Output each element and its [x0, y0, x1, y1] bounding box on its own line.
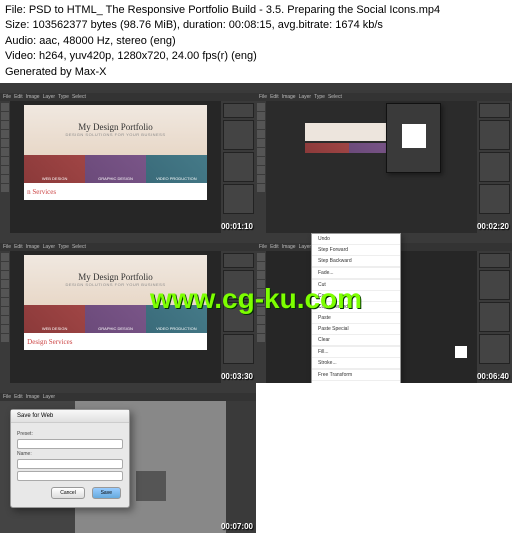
timestamp: 00:06:40	[477, 372, 509, 381]
canvas[interactable]	[266, 101, 477, 233]
thumbnail-4: FileEditImageLayerTypeSelect Undo Step F…	[256, 233, 512, 383]
menubar: FileEditImageLayer	[0, 393, 256, 401]
tool-palette[interactable]	[256, 251, 266, 383]
tile-video: VIDEO PRODUCTION	[146, 155, 207, 183]
thumbnail-3: FileEditImageLayerTypeSelect My Design P…	[0, 233, 256, 383]
preview-pane: Save for Web Preset: Name: Cancel Save	[0, 401, 75, 533]
tile-web: WEB DESIGN	[24, 155, 85, 183]
document: My Design Portfolio DESIGN SOLUTIONS FOR…	[24, 255, 207, 350]
document: My Design Portfolio DESIGN SOLUTIONS FOR…	[24, 105, 207, 200]
thumbnail-1: FileEditImageLayerTypeSelect My Design P…	[0, 83, 256, 233]
settings-panel[interactable]	[226, 401, 256, 533]
format-input[interactable]	[17, 471, 123, 481]
menu-item[interactable]: Transform	[312, 381, 400, 383]
file-line: File: PSD to HTML_ The Responsive Portfo…	[5, 3, 507, 18]
preview-swatch	[136, 471, 166, 501]
services-title: n Services	[27, 188, 56, 196]
panels[interactable]	[477, 101, 512, 233]
menu-item[interactable]: Copy Merged	[312, 302, 400, 313]
menu-item[interactable]: Free Transform	[312, 370, 400, 381]
size-line: Size: 103562377 bytes (98.76 MiB), durat…	[5, 18, 507, 33]
panels[interactable]	[221, 101, 256, 233]
tool-palette[interactable]	[256, 101, 266, 233]
context-menu[interactable]: Undo Step Forward Step Backward Fade... …	[311, 233, 401, 383]
tool-palette[interactable]	[0, 101, 10, 233]
canvas[interactable]: My Design Portfolio DESIGN SOLUTIONS FOR…	[10, 101, 221, 233]
name-input[interactable]	[17, 459, 123, 469]
panels[interactable]	[221, 251, 256, 383]
file-info-header: File: PSD to HTML_ The Responsive Portfo…	[0, 0, 512, 83]
menu-item[interactable]: Fade...	[312, 268, 400, 279]
tile-graphic: GRAPHIC DESIGN	[85, 305, 146, 333]
tile-graphic: GRAPHIC DESIGN	[85, 155, 146, 183]
floating-panel[interactable]	[386, 103, 441, 173]
menu-item[interactable]: Step Forward	[312, 245, 400, 256]
menu-item[interactable]: Clear	[312, 335, 400, 346]
menu-item[interactable]: Copy	[312, 291, 400, 302]
menubar: FileEditImageLayerTypeSelect	[0, 243, 256, 251]
tile-web: WEB DESIGN	[24, 305, 85, 333]
video-line: Video: h264, yuv420p, 1280x720, 24.00 fp…	[5, 49, 507, 64]
timestamp: 00:03:30	[221, 372, 253, 381]
titlebar	[0, 83, 256, 93]
shape-preview	[455, 346, 467, 358]
hero-subtitle: DESIGN SOLUTIONS FOR YOUR BUSINESS	[65, 132, 165, 137]
hero-subtitle: DESIGN SOLUTIONS FOR YOUR BUSINESS	[65, 282, 165, 287]
dialog-title: Save for Web	[11, 410, 129, 423]
panels[interactable]	[477, 251, 512, 383]
save-dialog[interactable]: Save for Web Preset: Name: Cancel Save	[10, 409, 130, 508]
titlebar	[256, 83, 512, 93]
tile-video: VIDEO PRODUCTION	[146, 305, 207, 333]
preset-input[interactable]	[17, 439, 123, 449]
menu-item[interactable]: Step Backward	[312, 256, 400, 267]
titlebar	[0, 383, 256, 393]
field-label: Preset:	[17, 431, 123, 437]
menubar: FileEditImageLayerTypeSelect	[256, 93, 512, 101]
services-title: Design Services	[27, 338, 72, 346]
titlebar	[0, 233, 256, 243]
menu-item[interactable]: Fill...	[312, 347, 400, 358]
save-button[interactable]: Save	[92, 487, 121, 499]
thumbnail-grid: FileEditImageLayerTypeSelect My Design P…	[0, 83, 512, 533]
hero-title: My Design Portfolio	[78, 272, 153, 282]
tool-palette[interactable]	[0, 251, 10, 383]
menubar: FileEditImageLayerTypeSelect	[0, 93, 256, 101]
timestamp: 00:02:20	[477, 222, 509, 231]
field-label: Name:	[17, 451, 123, 457]
cancel-button[interactable]: Cancel	[51, 487, 85, 499]
canvas[interactable]: Undo Step Forward Step Backward Fade... …	[266, 251, 477, 383]
menu-item[interactable]: Paste Special	[312, 324, 400, 335]
audio-line: Audio: aac, 48000 Hz, stereo (eng)	[5, 34, 507, 49]
hero-title: My Design Portfolio	[78, 122, 153, 132]
menu-item[interactable]: Undo	[312, 234, 400, 245]
menu-item[interactable]: Cut	[312, 280, 400, 291]
generated-line: Generated by Max-X	[5, 65, 507, 80]
timestamp: 00:01:10	[221, 222, 253, 231]
thumbnail-5: FileEditImageLayer Save for Web Preset: …	[0, 383, 256, 533]
thumbnail-2: FileEditImageLayerTypeSelect 00:02:20	[256, 83, 512, 233]
menu-item[interactable]: Stroke...	[312, 358, 400, 369]
canvas[interactable]: My Design Portfolio DESIGN SOLUTIONS FOR…	[10, 251, 221, 383]
timestamp: 00:07:00	[221, 522, 253, 531]
menu-item[interactable]: Paste	[312, 313, 400, 324]
